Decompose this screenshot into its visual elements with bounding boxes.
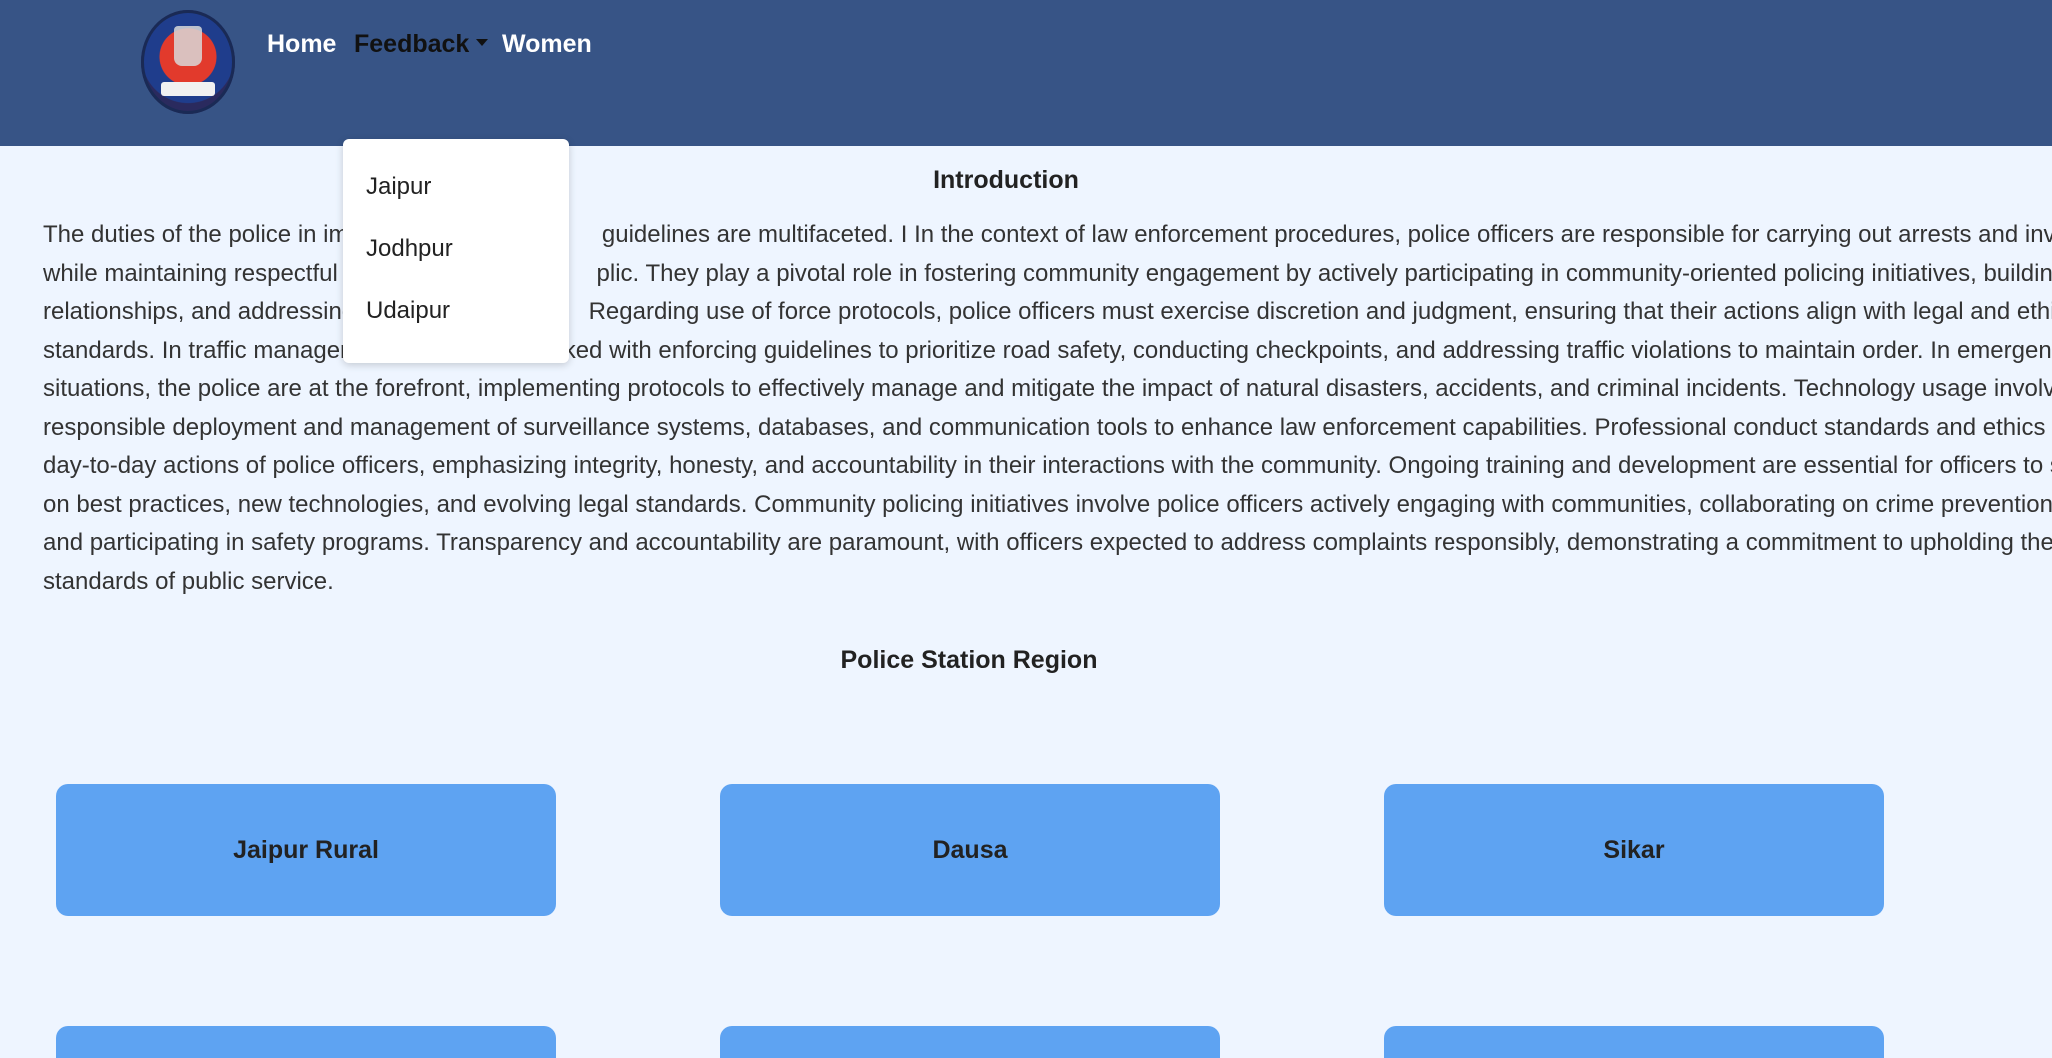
intro-line: day-to-day actions of police officers, e… — [43, 452, 2052, 479]
emblem-shape — [174, 26, 202, 66]
region-button[interactable] — [56, 1026, 556, 1058]
nav-feedback-dropdown[interactable]: Feedback — [354, 30, 489, 59]
dropdown-item-jaipur[interactable]: Jaipur — [366, 173, 431, 201]
intro-line: standards of public service. — [43, 567, 334, 595]
logo-band — [161, 82, 215, 96]
region-button-dausa[interactable]: Dausa — [720, 784, 1220, 916]
region-button-sikar[interactable]: Sikar — [1384, 784, 1884, 916]
region-button-jaipur-rural[interactable]: Jaipur Rural — [56, 784, 556, 916]
page: Home Feedback Women Jaipur Jodhpur Udaip… — [0, 0, 2052, 1058]
police-station-region-heading: Police Station Region — [840, 646, 1098, 674]
caret-down-icon — [476, 38, 489, 46]
feedback-dropdown-menu: Jaipur Jodhpur Udaipur — [343, 139, 569, 363]
police-logo-icon[interactable] — [141, 10, 235, 114]
nav-feedback-label: Feedback — [354, 30, 470, 58]
nav-home-link[interactable]: Home — [267, 30, 336, 59]
region-button[interactable] — [1384, 1026, 1884, 1058]
intro-line: and participating in safety programs. Tr… — [43, 529, 2052, 556]
region-button-label: Jaipur Rural — [233, 835, 379, 864]
nav-women-link[interactable]: Women — [502, 30, 592, 59]
region-button-label: Sikar — [1603, 835, 1665, 864]
intro-line: responsible deployment and management of… — [43, 413, 2052, 441]
introduction-heading: Introduction — [933, 166, 1079, 194]
region-button[interactable] — [720, 1026, 1220, 1058]
intro-line: situations, the police are at the forefr… — [43, 375, 2052, 402]
dropdown-item-jodhpur[interactable]: Jodhpur — [366, 235, 453, 263]
dropdown-item-udaipur[interactable]: Udaipur — [366, 297, 450, 325]
region-button-label: Dausa — [932, 835, 1008, 864]
navbar: Home Feedback Women — [0, 0, 2052, 146]
intro-line: on best practices, new technologies, and… — [43, 490, 2052, 518]
